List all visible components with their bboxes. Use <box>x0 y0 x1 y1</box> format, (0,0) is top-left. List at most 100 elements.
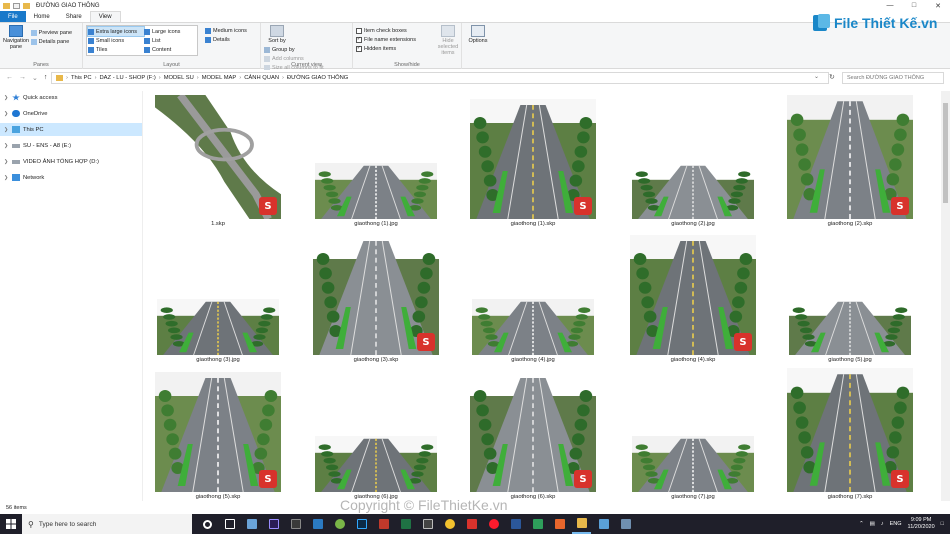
tab-file[interactable]: File <box>0 11 26 22</box>
app-icon[interactable] <box>286 514 305 534</box>
file-thumbnail[interactable] <box>789 299 911 355</box>
minimize-button[interactable]: — <box>878 0 902 11</box>
breadcrumb-item[interactable]: DAZ - LU - SHOP (F:) <box>100 75 156 81</box>
preview-pane-button[interactable]: Preview pane <box>30 28 72 37</box>
star-app-icon[interactable] <box>308 514 327 534</box>
sketchup-file-icon: S <box>891 197 909 215</box>
checkbox-checked[interactable]: ✓ <box>356 45 362 52</box>
file-thumbnail[interactable] <box>632 163 754 219</box>
layout-gallery: Extra large icons Large icons Small icon… <box>86 25 198 56</box>
close-button[interactable]: ✕ <box>926 0 950 11</box>
file-explorer-icon[interactable] <box>572 514 591 534</box>
photoshop-icon[interactable] <box>352 514 371 534</box>
back-icon[interactable]: ← <box>6 74 13 82</box>
small-icons-option[interactable]: Small icons <box>88 36 144 45</box>
forward-icon[interactable]: → <box>19 74 26 82</box>
nav-item-quick-access[interactable]: ❯ Quick access <box>0 91 142 104</box>
new-folder-icon[interactable] <box>23 2 30 9</box>
money-app-icon[interactable] <box>528 514 547 534</box>
tab-home[interactable]: Home <box>26 11 58 22</box>
green-app-icon[interactable] <box>330 514 349 534</box>
tools-icon[interactable] <box>616 514 635 534</box>
chrome-icon[interactable] <box>440 514 459 534</box>
file-thumbnail[interactable] <box>315 163 437 219</box>
file-name-extensions-toggle[interactable]: ✓ File name extensions <box>356 35 416 44</box>
chevron-right-icon[interactable]: ❯ <box>4 95 9 101</box>
maximize-button[interactable]: □ <box>902 0 926 11</box>
network-icon[interactable]: ▤ <box>870 521 875 527</box>
details-pane-button[interactable]: Details pane <box>30 37 72 46</box>
nav-item-this-pc[interactable]: ❯ This PC <box>0 123 142 136</box>
excel-icon[interactable] <box>396 514 415 534</box>
task-view-icon[interactable] <box>220 514 239 534</box>
group-by-icon <box>264 46 270 53</box>
list-option[interactable]: List <box>144 36 196 45</box>
dropdown-icon[interactable]: ⌄ <box>814 73 819 80</box>
file-thumbnail[interactable] <box>472 299 594 355</box>
content-option[interactable]: Content <box>144 45 196 54</box>
file-thumbnail[interactable] <box>315 436 437 492</box>
breadcrumb[interactable]: › This PC › DAZ - LU - SHOP (F:) › MODEL… <box>51 72 829 84</box>
opera-icon[interactable] <box>484 514 503 534</box>
tab-share[interactable]: Share <box>58 11 90 22</box>
breadcrumb-item[interactable]: This PC <box>71 75 92 81</box>
chevron-right-icon[interactable]: ❯ <box>4 175 9 181</box>
language-indicator[interactable]: ENG <box>890 521 902 527</box>
start-button[interactable] <box>0 514 22 534</box>
nav-item-video-drive[interactable]: ❯ VIDEO ẢNH TỔNG HỢP (D:) <box>0 155 142 168</box>
cortana-icon[interactable] <box>198 514 217 534</box>
sketchup-icon[interactable] <box>462 514 481 534</box>
tiles-option[interactable]: Tiles <box>88 45 144 54</box>
up-icon[interactable]: ↑ <box>44 74 48 82</box>
vertical-scrollbar[interactable] <box>941 91 950 501</box>
item-check-boxes-toggle[interactable]: Item check boxes <box>356 26 416 35</box>
scrollbar-thumb[interactable] <box>943 103 948 203</box>
navigation-pane-button[interactable]: Navigation pane <box>3 25 29 50</box>
nav-item-su-drive[interactable]: ❯ SU - ENS - A8 (E:) <box>0 139 142 152</box>
nav-item-network[interactable]: ❯ Network <box>0 171 142 184</box>
breadcrumb-item[interactable]: ĐƯỜNG GIAO THÔNG <box>287 75 348 81</box>
volume-icon[interactable]: ♪ <box>881 521 884 527</box>
details-option[interactable]: Details <box>205 35 247 44</box>
breadcrumb-item[interactable]: CẢNH QUAN <box>244 75 279 81</box>
checkbox-checked[interactable]: ✓ <box>356 36 362 43</box>
properties-icon[interactable] <box>13 2 20 9</box>
chevron-right-icon[interactable]: ❯ <box>4 111 9 117</box>
file-name-label: giaothong (5).jpg <box>828 357 872 363</box>
file-thumbnail[interactable] <box>157 299 279 355</box>
refresh-icon[interactable]: ↻ <box>829 73 835 81</box>
breadcrumb-item[interactable]: MODEL MAP <box>202 75 237 81</box>
group-by-button[interactable]: Group by <box>264 45 324 54</box>
hide-selected-items-button[interactable]: Hide selected items <box>435 25 461 56</box>
word-icon[interactable] <box>506 514 525 534</box>
chevron-up-icon[interactable]: ⌃ <box>859 521 864 527</box>
orange-app-icon[interactable] <box>550 514 569 534</box>
tab-view[interactable]: View <box>89 11 121 22</box>
checkbox-unchecked[interactable] <box>356 27 362 34</box>
red-app-icon[interactable] <box>374 514 393 534</box>
capture-icon[interactable] <box>418 514 437 534</box>
sketchup-icon[interactable] <box>242 514 261 534</box>
nav-item-onedrive[interactable]: ❯ OneDrive <box>0 107 142 120</box>
after-effects-icon[interactable] <box>264 514 283 534</box>
breadcrumb-item[interactable]: MODEL SU <box>164 75 194 81</box>
notifications-icon[interactable]: □ <box>941 521 944 527</box>
chevron-right-icon[interactable]: ❯ <box>4 143 9 149</box>
options-icon <box>471 25 485 37</box>
options-button[interactable]: Options <box>465 25 491 44</box>
folder-icon[interactable] <box>3 2 10 9</box>
taskbar-search-input[interactable]: ⚲ Type here to search <box>22 514 192 534</box>
recent-locations-icon[interactable]: ⌄ <box>32 74 38 82</box>
file-name-label: 1.skp <box>211 221 225 227</box>
sort-by-button[interactable]: Sort by <box>264 25 290 44</box>
clock[interactable]: 9:09 PM 11/20/2020 <box>908 517 935 531</box>
chevron-right-icon[interactable]: ❯ <box>4 159 9 165</box>
medium-icons-option[interactable]: Medium icons <box>205 26 247 35</box>
blue-app-icon[interactable] <box>594 514 613 534</box>
extra-large-icons-option[interactable]: Extra large icons <box>87 26 145 37</box>
file-thumbnail[interactable] <box>632 436 754 492</box>
large-icons-option[interactable]: Large icons <box>144 27 196 36</box>
search-input[interactable]: Search ĐƯỜNG GIAO THÔNG <box>842 72 944 84</box>
hidden-items-toggle[interactable]: ✓ Hidden items <box>356 44 416 53</box>
chevron-right-icon[interactable]: ❯ <box>4 127 9 133</box>
